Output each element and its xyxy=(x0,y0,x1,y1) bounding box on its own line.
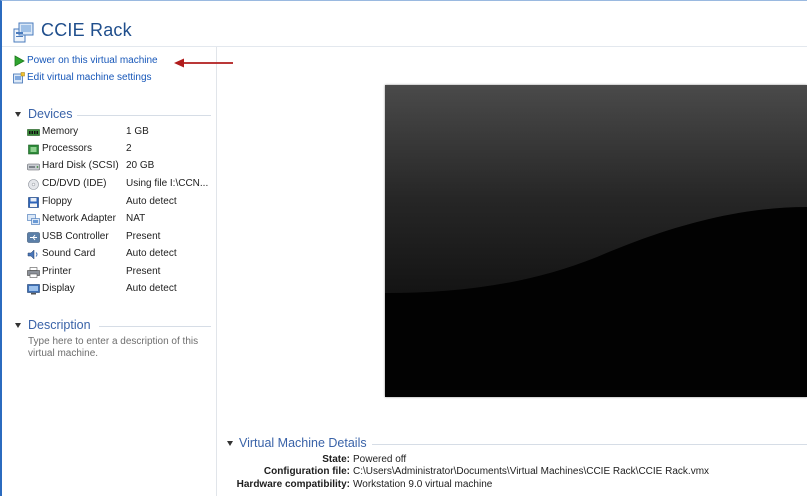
device-row-network-adapter[interactable]: Network Adapter NAT xyxy=(13,213,213,228)
device-value: Auto detect xyxy=(126,248,177,259)
detail-value: Powered off xyxy=(353,454,407,465)
device-value: 2 xyxy=(126,143,132,154)
description-field[interactable]: Type here to enter a description of this… xyxy=(28,336,206,360)
device-name: Sound Card xyxy=(42,248,96,259)
collapse-triangle-icon[interactable] xyxy=(227,441,233,446)
device-row-usb-controller[interactable]: USB Controller Present xyxy=(13,231,213,246)
display-icon xyxy=(27,284,40,295)
memory-icon xyxy=(27,129,40,136)
detail-row-hardware-compatibility: Hardware compatibility: Workstation 9.0 … xyxy=(225,479,807,492)
usb-icon xyxy=(27,232,40,243)
device-name: Printer xyxy=(42,266,72,277)
device-value: 20 GB xyxy=(126,160,155,171)
description-header-label: Description xyxy=(28,318,91,332)
detail-row-configuration-file: Configuration file: C:\Users\Administrat… xyxy=(225,466,807,479)
device-value: Auto detect xyxy=(126,196,177,207)
sound-card-icon xyxy=(27,249,38,260)
device-name: Hard Disk (SCSI) xyxy=(42,160,119,171)
device-value: Present xyxy=(126,231,161,242)
power-on-vm-link[interactable]: Power on this virtual machine xyxy=(27,55,158,66)
vm-screen-thumbnail[interactable] xyxy=(385,85,807,397)
detail-value: Workstation 9.0 virtual machine xyxy=(353,479,493,490)
device-name: Display xyxy=(42,283,75,294)
device-row-memory[interactable]: Memory 1 GB xyxy=(13,126,213,141)
device-row-cd-dvd[interactable]: CD/DVD (IDE) Using file I:\CCN... xyxy=(13,178,213,193)
collapse-triangle-icon[interactable] xyxy=(15,112,21,117)
device-value: Present xyxy=(126,266,161,277)
vm-icon xyxy=(13,22,34,43)
vm-details-header[interactable]: Virtual Machine Details xyxy=(225,436,807,451)
device-row-processors[interactable]: Processors 2 xyxy=(13,143,213,158)
floppy-icon xyxy=(28,197,39,208)
vm-title-bar: CCIE Rack xyxy=(2,1,807,46)
detail-label: Hardware compatibility: xyxy=(236,479,350,490)
network-adapter-icon xyxy=(27,214,40,225)
device-name: CD/DVD (IDE) xyxy=(42,178,107,189)
device-name: Network Adapter xyxy=(42,213,116,224)
processor-icon xyxy=(28,144,39,155)
hard-disk-icon xyxy=(27,163,40,171)
cd-dvd-icon xyxy=(28,179,39,190)
device-name: Floppy xyxy=(42,196,73,207)
device-name: USB Controller xyxy=(42,231,109,242)
devices-header-label: Devices xyxy=(28,107,73,121)
detail-label: Configuration file: xyxy=(263,466,350,477)
device-row-floppy[interactable]: Floppy Auto detect xyxy=(13,196,213,211)
devices-header[interactable]: Devices xyxy=(13,107,211,122)
section-divider xyxy=(99,326,211,327)
section-divider xyxy=(372,444,807,445)
printer-icon xyxy=(27,267,40,278)
vm-screen-graphic xyxy=(385,85,807,397)
edit-vm-settings-link[interactable]: Edit virtual machine settings xyxy=(27,72,152,83)
device-row-hard-disk[interactable]: Hard Disk (SCSI) 20 GB xyxy=(13,160,213,175)
device-value: 1 GB xyxy=(126,126,149,137)
device-name: Memory xyxy=(42,126,79,137)
vm-title: CCIE Rack xyxy=(41,20,132,40)
device-value: Auto detect xyxy=(126,283,177,294)
description-header[interactable]: Description xyxy=(13,318,211,333)
device-name: Processors xyxy=(42,143,93,154)
device-row-printer[interactable]: Printer Present xyxy=(13,266,213,281)
device-value: NAT xyxy=(126,213,146,224)
vm-settings-icon[interactable] xyxy=(13,72,25,84)
detail-value: C:\Users\Administrator\Documents\Virtual… xyxy=(353,466,710,477)
device-row-sound-card[interactable]: Sound Card Auto detect xyxy=(13,248,213,263)
section-divider xyxy=(77,115,211,116)
detail-label: State: xyxy=(322,454,350,465)
device-row-display[interactable]: Display Auto detect xyxy=(13,283,213,298)
play-icon[interactable] xyxy=(13,55,25,67)
device-value: Using file I:\CCN... xyxy=(126,178,209,189)
annotation-arrow xyxy=(174,58,233,68)
collapse-triangle-icon[interactable] xyxy=(15,323,21,328)
vm-details-header-label: Virtual Machine Details xyxy=(239,436,367,450)
